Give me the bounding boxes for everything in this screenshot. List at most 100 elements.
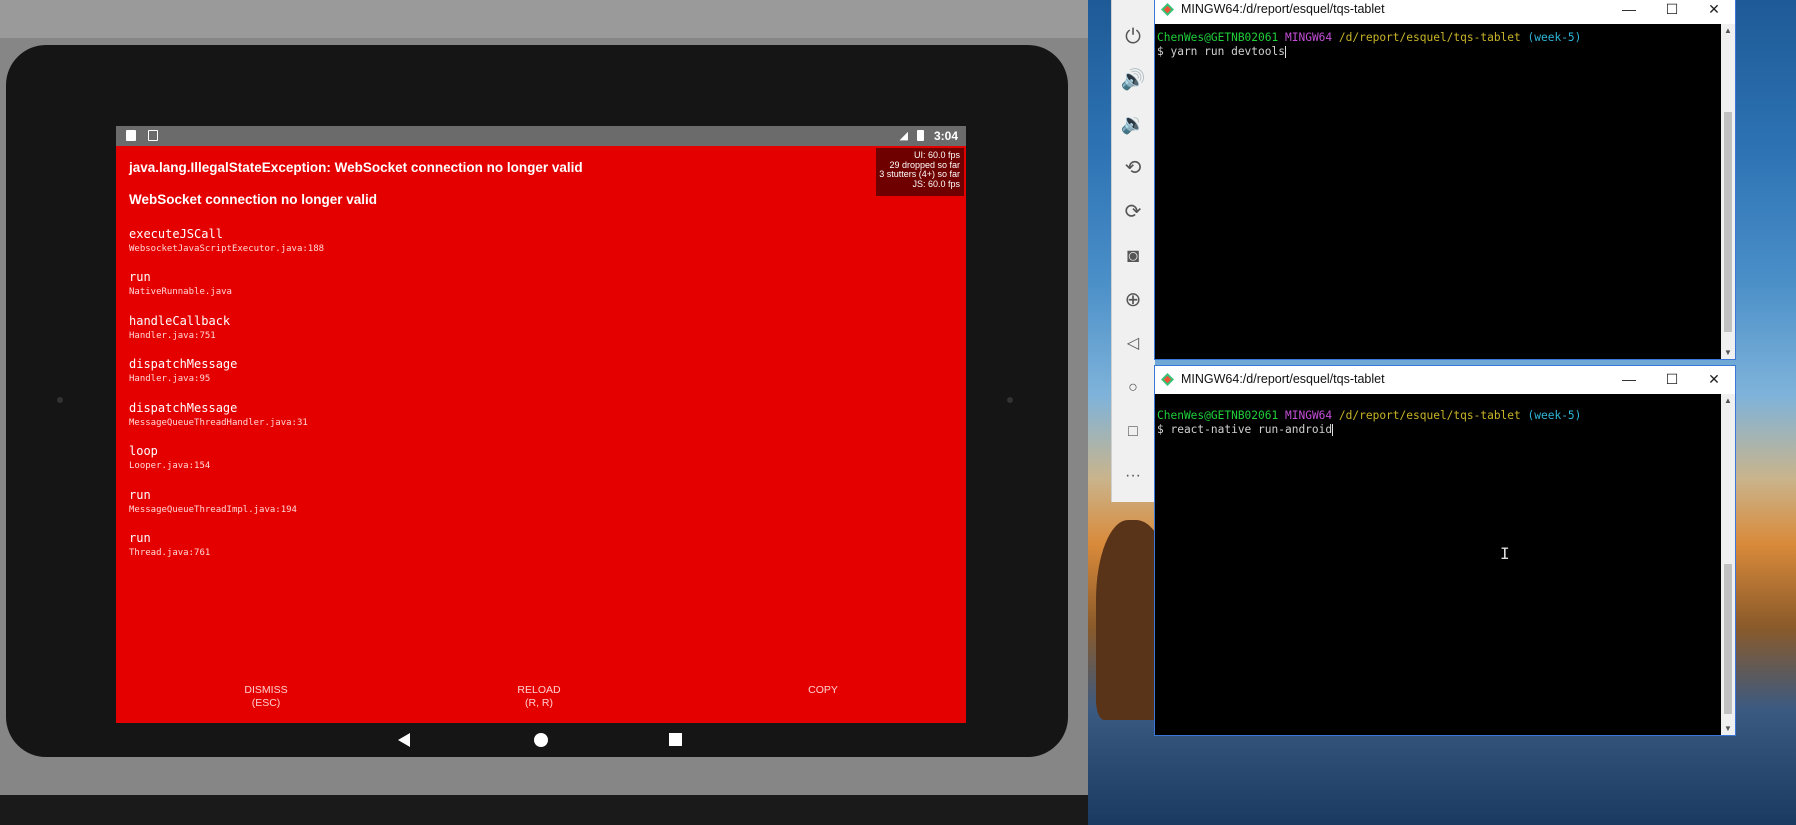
tablet-frame: ◢ 3:04 java.lang.IllegalStateException: … [6,45,1068,757]
stack-frame[interactable]: loop Looper.java:154 [129,444,210,471]
stack-frame[interactable]: run NativeRunnable.java [129,270,232,297]
android-navbar [116,723,966,763]
prompt-path: /d/report/esquel/tqs-tablet [1338,31,1521,44]
sdcard-icon [126,130,136,141]
reload-label: RELOAD [517,684,561,696]
scroll-down-icon[interactable]: ▼ [1724,724,1732,733]
terminal-title: MINGW64:/d/report/esquel/tqs-tablet [1181,2,1385,16]
stack-frame[interactable]: executeJSCall WebsocketJavaScriptExecuto… [129,227,324,254]
terminal-scrollbar[interactable]: ▲ ▼ [1721,394,1735,735]
rotate-right-icon[interactable]: ⟳ [1120,199,1146,225]
perf-monitor: UI: 60.0 fps 29 dropped so far 3 stutter… [876,148,964,196]
more-icon[interactable]: ··· [1120,463,1146,489]
scroll-down-icon[interactable]: ▼ [1724,348,1732,357]
prompt-path: /d/report/esquel/tqs-tablet [1338,409,1521,422]
text-cursor [1284,46,1286,58]
frame-method: handleCallback [129,314,231,328]
stack-frame[interactable]: run MessageQueueThreadImpl.java:194 [129,488,297,515]
error-title: java.lang.IllegalStateException: WebSock… [129,160,583,175]
stack-frame[interactable]: run Thread.java:761 [129,531,210,558]
frame-location: Thread.java:761 [129,548,211,558]
clock: 3:04 [933,129,958,143]
notification-icon [148,130,158,141]
stack-frame[interactable]: dispatchMessage MessageQueueThreadHandle… [129,401,308,428]
terminal-window-devtools[interactable]: MINGW64:/d/report/esquel/tqs-tablet — ☐ … [1154,0,1736,360]
volume-down-icon[interactable]: 🔉 [1120,111,1146,137]
terminal-titlebar[interactable]: MINGW64:/d/report/esquel/tqs-tablet — ☐ … [1155,366,1735,394]
overview-icon[interactable]: □ [1120,419,1146,445]
reload-button[interactable]: RELOAD (R, R) [489,684,589,710]
git-bash-icon [1161,3,1174,16]
sensor-dot [57,397,63,403]
frame-method: executeJSCall [129,227,223,241]
camera-icon[interactable]: ◙ [1120,243,1146,269]
power-icon[interactable]: ⏻ [1120,24,1146,50]
android-statusbar: ◢ 3:04 [116,126,966,146]
sensor-dot [1007,397,1013,403]
prompt-env: MINGW64 [1285,409,1333,422]
frame-location: Looper.java:154 [129,461,211,471]
frame-method: run [129,270,151,284]
dismiss-shortcut: (ESC) [251,697,281,709]
tablet-screen: ◢ 3:04 java.lang.IllegalStateException: … [116,126,966,747]
dismiss-button[interactable]: DISMISS (ESC) [216,684,316,710]
git-bash-icon [1161,373,1174,386]
mouse-ibeam-cursor: I [1500,544,1510,563]
prompt-env: MINGW64 [1285,31,1333,44]
terminal-window-run-android[interactable]: MINGW64:/d/report/esquel/tqs-tablet — ☐ … [1154,365,1736,736]
frame-location: MessageQueueThreadImpl.java:194 [129,505,297,515]
frame-method: run [129,531,151,545]
frame-location: MessageQueueThreadHandler.java:31 [129,418,308,428]
background-topbar [0,0,1088,38]
nav-back-icon[interactable] [398,733,410,747]
background-bottombar [0,795,1088,825]
maximize-button[interactable]: ☐ [1657,0,1687,19]
frame-location: Handler.java:751 [129,331,216,341]
home-icon[interactable]: ○ [1120,375,1146,401]
prompt-user: ChenWes@GETNB02061 [1157,409,1279,422]
nav-home-icon[interactable] [534,733,548,747]
emulator-toolbar: ⏻ 🔊 🔉 ⟲ ⟳ ◙ ⊕ ◁ ○ □ ··· [1111,0,1155,502]
frame-location: Handler.java:95 [129,374,211,384]
terminal-titlebar[interactable]: MINGW64:/d/report/esquel/tqs-tablet — ☐ … [1155,0,1735,24]
prompt-branch: (week-5) [1527,31,1582,44]
prompt-branch: (week-5) [1527,409,1582,422]
copy-button[interactable]: COPY [773,684,873,697]
back-icon[interactable]: ◁ [1120,331,1146,357]
close-button[interactable]: ✕ [1699,0,1729,19]
scroll-up-icon[interactable]: ▲ [1724,396,1732,405]
minimize-button[interactable]: — [1614,369,1644,389]
signal-icon: ◢ [899,130,908,142]
frame-location: WebsocketJavaScriptExecutor.java:188 [129,244,325,254]
command-line: $ yarn run devtools [1157,45,1285,58]
stack-frame[interactable]: handleCallback Handler.java:751 [129,314,230,341]
scroll-up-icon[interactable]: ▲ [1724,26,1732,35]
text-cursor [1332,424,1334,436]
nav-recents-icon[interactable] [669,733,682,746]
close-button[interactable]: ✕ [1699,369,1729,389]
terminal-output[interactable]: ChenWes@GETNB02061 MINGW64 /d/report/esq… [1157,31,1581,59]
frame-method: dispatchMessage [129,357,238,371]
scroll-thumb[interactable] [1724,112,1732,332]
minimize-button[interactable]: — [1614,0,1644,19]
perf-js-fps: JS: 60.0 fps [912,178,960,189]
scroll-thumb[interactable] [1724,564,1732,714]
stack-frame[interactable]: dispatchMessage Handler.java:95 [129,357,237,384]
frame-method: dispatchMessage [129,401,238,415]
zoom-icon[interactable]: ⊕ [1120,287,1146,313]
maximize-button[interactable]: ☐ [1657,369,1687,389]
terminal-title: MINGW64:/d/report/esquel/tqs-tablet [1181,372,1385,386]
error-message: WebSocket connection no longer valid [129,192,378,207]
frame-method: loop [129,444,158,458]
volume-up-icon[interactable]: 🔊 [1120,67,1146,93]
reload-shortcut: (R, R) [525,697,553,709]
frame-method: run [129,488,151,502]
copy-label: COPY [808,684,838,696]
dismiss-label: DISMISS [244,684,288,696]
terminal-output[interactable]: ChenWes@GETNB02061 MINGW64 /d/report/esq… [1157,409,1581,437]
rotate-left-icon[interactable]: ⟲ [1120,155,1146,181]
battery-icon [917,130,924,141]
frame-location: NativeRunnable.java [129,287,232,297]
redbox-error-screen: java.lang.IllegalStateException: WebSock… [116,146,966,723]
terminal-scrollbar[interactable]: ▲ ▼ [1721,24,1735,359]
